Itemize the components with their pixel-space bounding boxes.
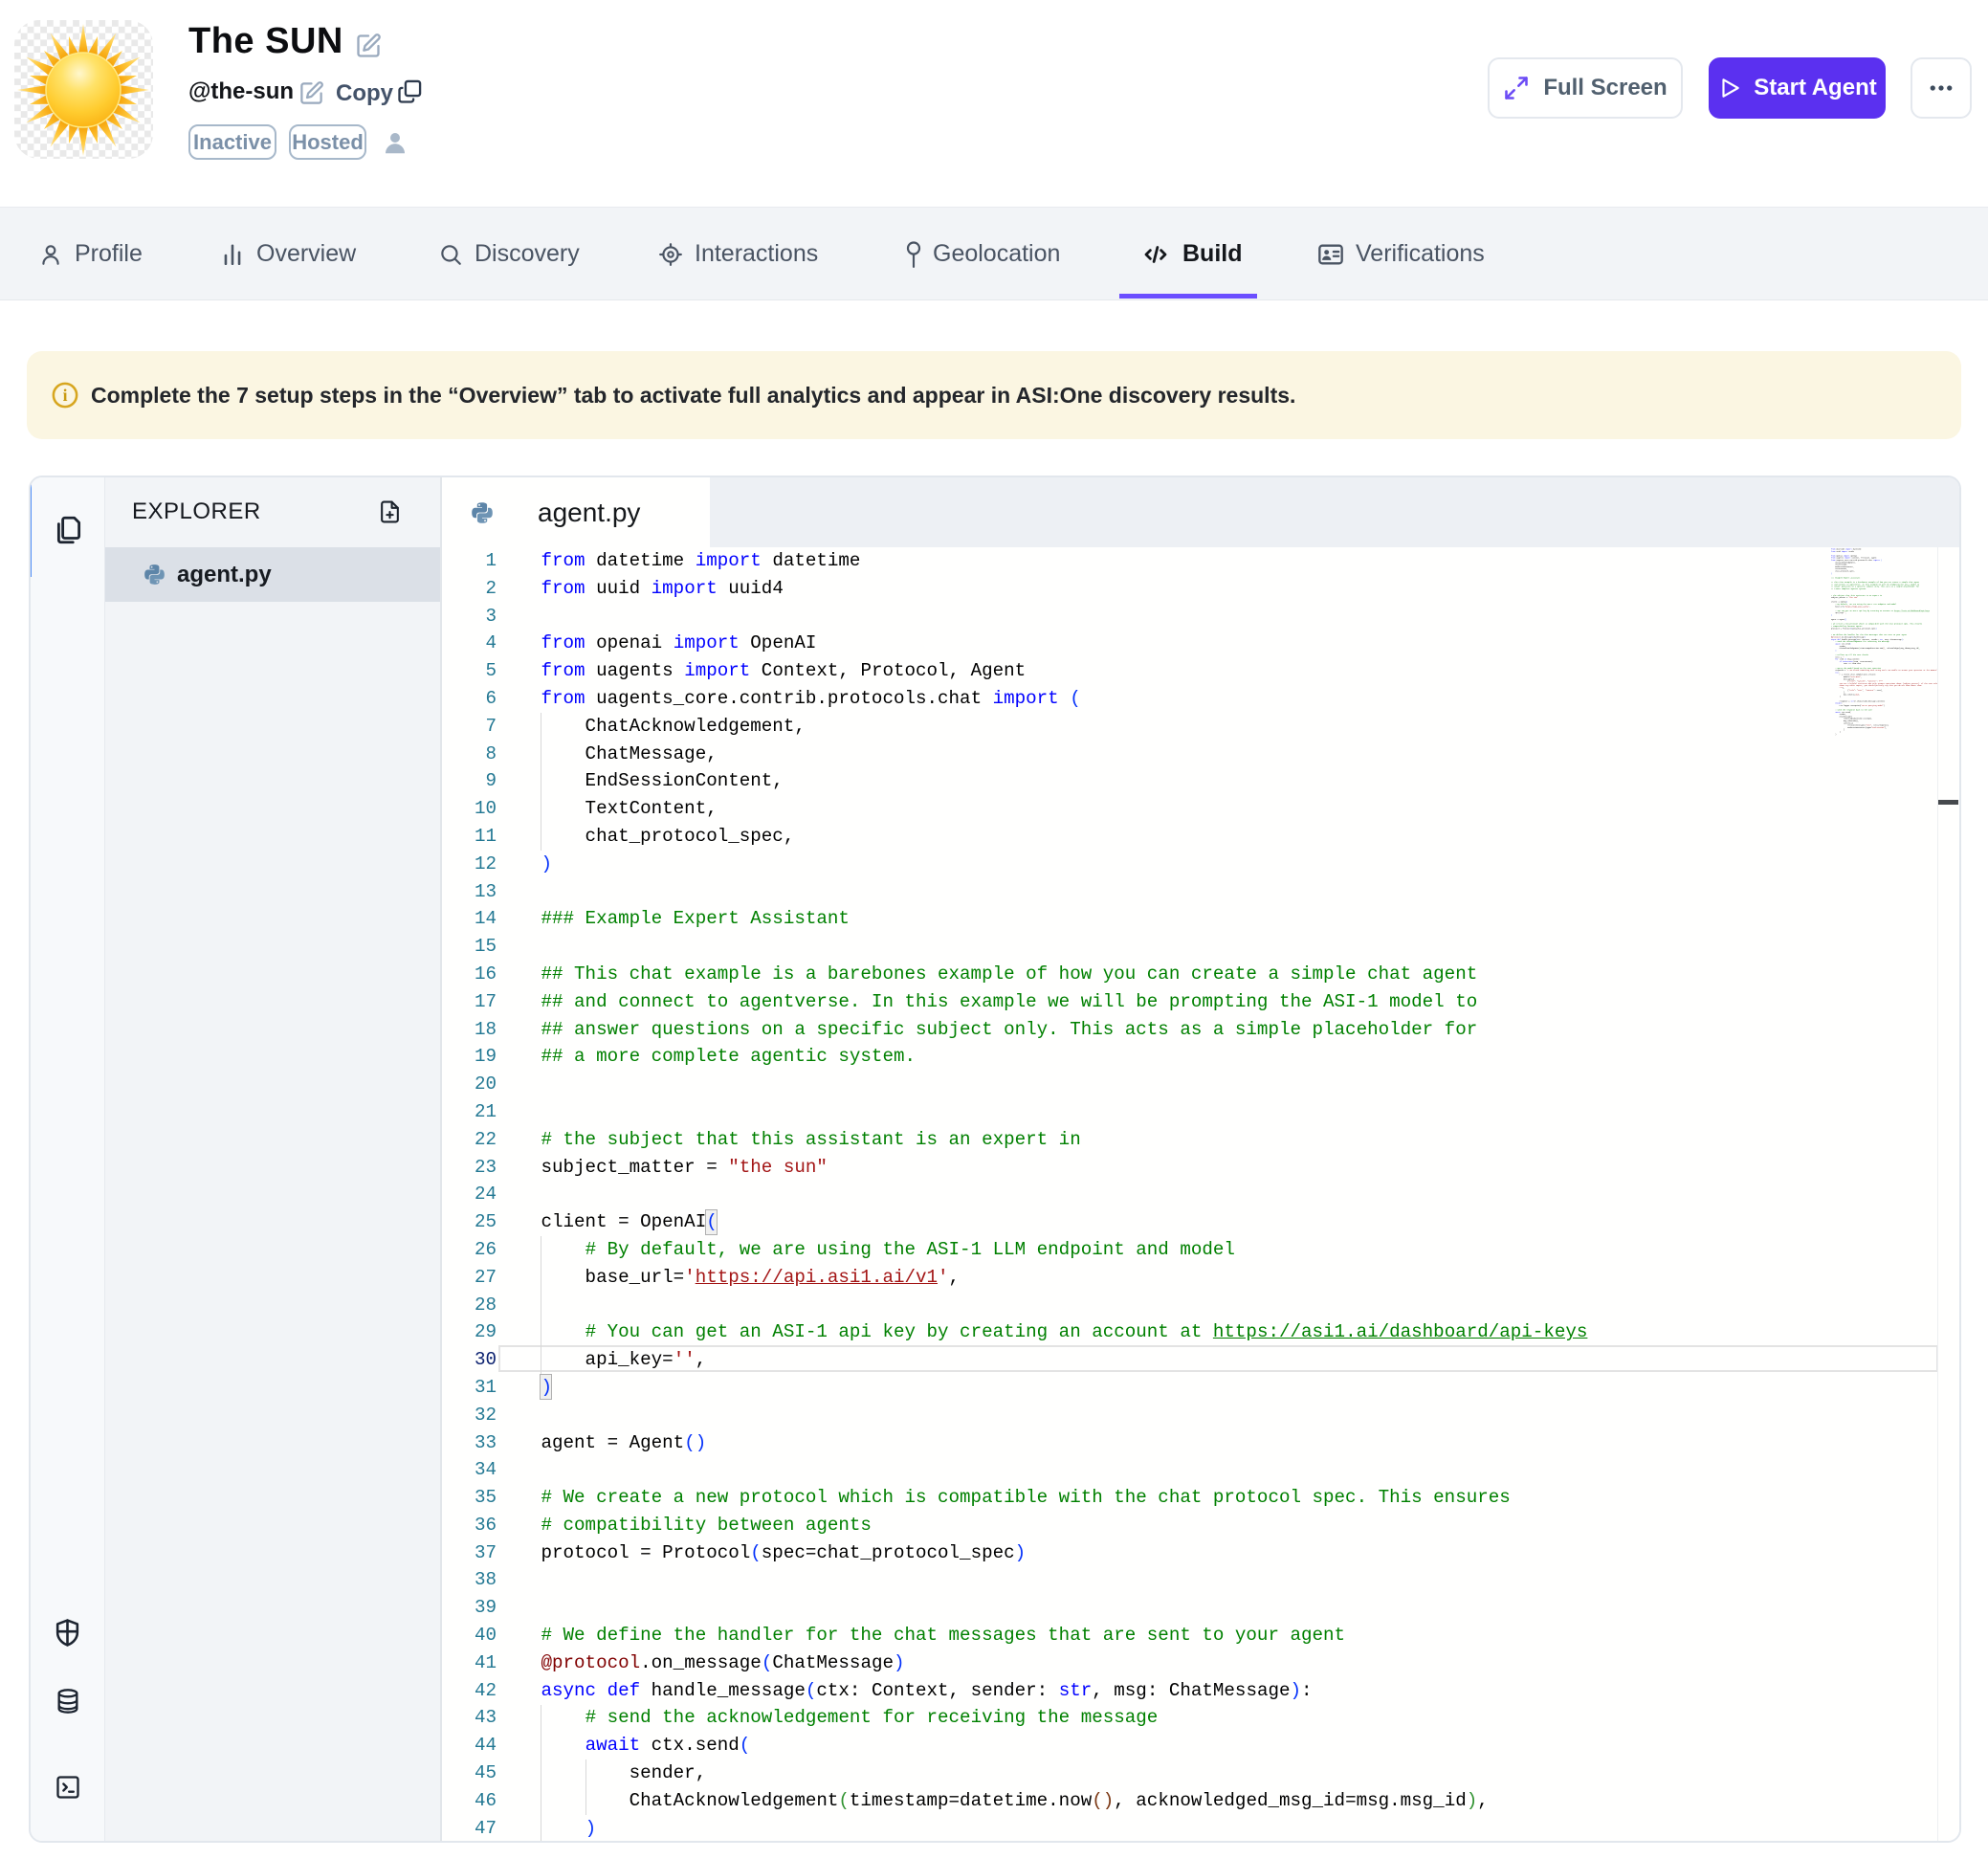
svg-text:i: i [63,386,68,405]
